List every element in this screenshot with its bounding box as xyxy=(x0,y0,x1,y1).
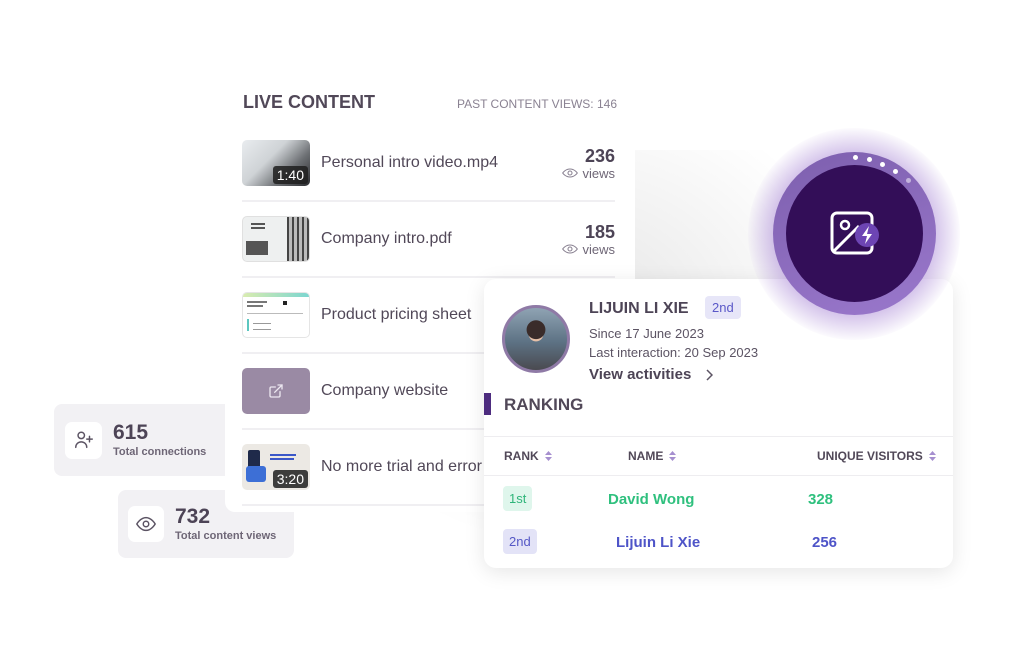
connections-label: Total connections xyxy=(113,446,207,458)
sort-icon xyxy=(928,451,936,461)
column-header-rank[interactable]: RANK xyxy=(504,449,552,463)
rank-pill: 2nd xyxy=(503,529,537,554)
row-name: David Wong xyxy=(608,491,695,508)
progress-dot xyxy=(867,157,872,162)
profile-name: LIJUIN LI XIE xyxy=(589,300,689,317)
row-visitors: 328 xyxy=(808,491,834,508)
last-interaction: Last interaction: 20 Sep 2023 xyxy=(589,345,759,360)
ranking-accent-bar xyxy=(484,393,491,415)
eye-icon xyxy=(562,168,579,178)
since-date: Since 17 June 2023 xyxy=(589,326,704,341)
sheet-thumbnail xyxy=(242,292,310,338)
ai-badge xyxy=(786,165,923,302)
row-visitors: 256 xyxy=(812,534,838,551)
table-row[interactable]: 1st David Wong 328 xyxy=(484,486,953,514)
external-link-icon xyxy=(269,384,283,398)
column-header-unique-visitors[interactable]: UNIQUE VISITORS xyxy=(817,449,936,463)
column-label: UNIQUE VISITORS xyxy=(817,449,923,463)
views-count: 185 xyxy=(584,221,615,242)
avatar xyxy=(502,305,570,373)
content-name: Company website xyxy=(321,382,449,399)
content-name: Company intro.pdf xyxy=(321,230,452,247)
sort-icon xyxy=(544,451,552,461)
website-thumbnail xyxy=(242,368,310,414)
content-item[interactable]: Company intro.pdf 185 views xyxy=(242,202,615,278)
chevron-right-icon xyxy=(706,368,714,381)
content-item[interactable]: 1:40 Personal intro video.mp4 236 views xyxy=(242,126,615,202)
content-name: Personal intro video.mp4 xyxy=(321,154,498,171)
table-row[interactable]: 2nd Lijuin Li Xie 256 xyxy=(484,529,953,557)
past-content-views: PAST CONTENT VIEWS: 146 xyxy=(456,97,617,111)
rank-pill: 1st xyxy=(503,486,533,511)
image-ai-icon xyxy=(830,211,879,254)
column-header-name[interactable]: NAME xyxy=(628,449,677,463)
content-name: No more trial and error xyxy=(321,458,482,475)
eye-icon xyxy=(562,244,579,254)
eye-icon xyxy=(128,506,164,542)
progress-dot xyxy=(880,162,885,167)
video-duration: 1:40 xyxy=(272,166,308,184)
total-connections-card: 615 Total connections xyxy=(54,404,239,476)
ranking-title: RANKING xyxy=(504,395,584,414)
content-views-label: Total content views xyxy=(175,530,277,542)
sort-icon xyxy=(669,451,677,461)
view-activities-label: View activities xyxy=(589,366,692,383)
progress-dot xyxy=(906,178,911,183)
progress-dot xyxy=(853,155,858,160)
views-label: views xyxy=(582,241,615,257)
rank-badge: 2nd xyxy=(705,296,741,319)
views-label: views xyxy=(582,165,615,181)
view-activities-link[interactable]: View activities xyxy=(589,366,714,383)
video-thumbnail: 1:40 xyxy=(242,140,310,186)
views-count: 236 xyxy=(584,145,615,166)
content-name: Product pricing sheet xyxy=(321,306,472,323)
row-name: Lijuin Li Xie xyxy=(616,534,701,551)
connections-value: 615 xyxy=(113,421,149,444)
divider xyxy=(484,475,953,476)
live-content-title: LIVE CONTENT xyxy=(243,92,376,112)
column-label: RANK xyxy=(504,449,539,463)
divider xyxy=(484,436,953,437)
pdf-thumbnail xyxy=(242,216,310,262)
video-thumbnail: 3:20 xyxy=(242,444,310,490)
column-label: NAME xyxy=(628,449,664,463)
user-plus-icon xyxy=(65,421,102,459)
progress-dot xyxy=(893,169,898,174)
video-duration: 3:20 xyxy=(272,470,308,488)
